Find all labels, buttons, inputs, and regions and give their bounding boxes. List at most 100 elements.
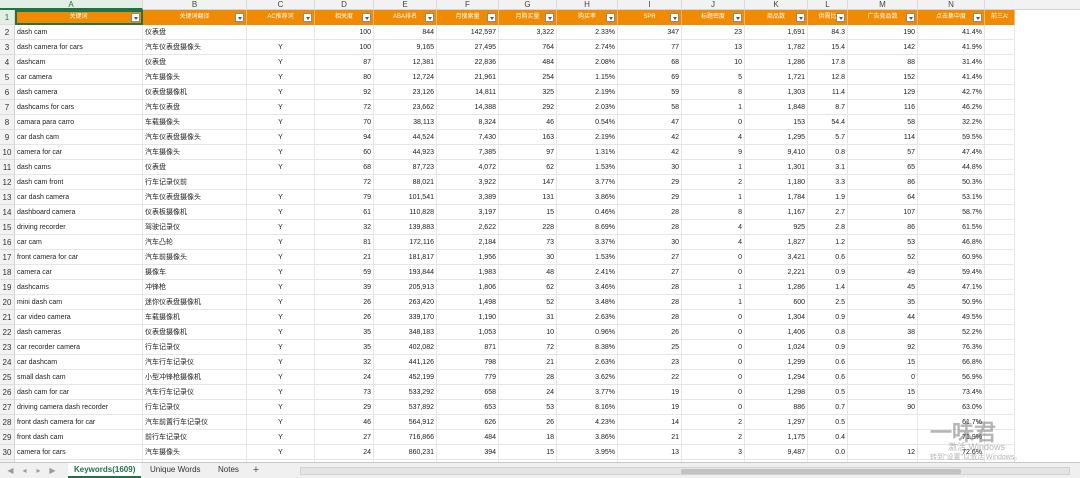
table-cell[interactable]: 2,221 (745, 265, 808, 280)
row-number[interactable]: 8 (0, 115, 15, 130)
table-cell[interactable]: 44.8% (918, 160, 985, 175)
table-cell[interactable]: 0.6 (808, 250, 848, 265)
table-cell[interactable]: 2.74% (557, 40, 618, 55)
table-cell[interactable]: 9,410 (745, 145, 808, 160)
table-cell[interactable]: mini dash cam (15, 295, 143, 310)
table-cell[interactable]: Y (247, 250, 315, 265)
table-cell[interactable]: 8,324 (437, 115, 499, 130)
table-cell[interactable]: 26 (618, 325, 682, 340)
table-cell[interactable]: 90 (848, 400, 918, 415)
table-cell[interactable]: 147 (499, 175, 557, 190)
table-cell[interactable]: 1,301 (745, 160, 808, 175)
table-cell[interactable]: 0.9 (808, 265, 848, 280)
table-cell[interactable]: 15 (499, 205, 557, 220)
table-cell[interactable]: 2.03% (557, 100, 618, 115)
table-cell[interactable]: 1,286 (745, 55, 808, 70)
table-cell[interactable]: 仪表盘摄像机 (143, 85, 247, 100)
table-cell[interactable]: car dash camera (15, 190, 143, 205)
filter-dropdown-icon[interactable] (670, 13, 679, 22)
table-cell-empty[interactable] (985, 325, 1015, 340)
table-cell[interactable]: 21 (315, 250, 374, 265)
table-cell[interactable]: Y (247, 70, 315, 85)
header-cell[interactable]: 点击集中度 (918, 10, 985, 25)
table-cell[interactable]: 0.6 (808, 355, 848, 370)
table-cell[interactable]: 12 (848, 445, 918, 460)
table-cell[interactable]: 30 (618, 160, 682, 175)
table-cell[interactable]: 19 (618, 400, 682, 415)
table-cell[interactable]: 58 (618, 100, 682, 115)
table-cell[interactable]: 3.77% (557, 175, 618, 190)
table-cell[interactable]: 5.7 (808, 130, 848, 145)
table-cell[interactable]: 小型冲锋枪摄像机 (143, 370, 247, 385)
column-letter-m[interactable]: M (848, 0, 918, 10)
table-cell[interactable]: Y (247, 310, 315, 325)
table-cell[interactable]: 402,082 (374, 340, 437, 355)
table-cell[interactable]: 1,298 (745, 385, 808, 400)
table-cell[interactable]: camera for cars (15, 445, 143, 460)
table-cell[interactable]: 3.48% (557, 295, 618, 310)
row-number[interactable]: 27 (0, 400, 15, 415)
table-cell[interactable]: 97 (499, 145, 557, 160)
table-cell[interactable]: 1,983 (437, 265, 499, 280)
table-cell[interactable]: dash cameras (15, 325, 143, 340)
table-cell[interactable]: 1,297 (745, 415, 808, 430)
row-number[interactable]: 12 (0, 175, 15, 190)
table-cell[interactable]: 871 (437, 340, 499, 355)
table-cell[interactable]: camera car (15, 265, 143, 280)
table-cell[interactable]: small dash cam (15, 370, 143, 385)
table-cell[interactable]: 0 (682, 370, 745, 385)
table-cell[interactable]: 0.96% (557, 325, 618, 340)
table-cell[interactable]: 86 (848, 220, 918, 235)
table-cell[interactable]: 27,495 (437, 40, 499, 55)
header-cell[interactable]: 标题密度 (682, 10, 745, 25)
table-cell[interactable]: 1.2 (808, 235, 848, 250)
table-cell[interactable]: dash cam front (15, 175, 143, 190)
table-cell[interactable]: 28 (499, 370, 557, 385)
table-cell[interactable]: 2 (682, 415, 745, 430)
table-cell[interactable]: 1 (682, 160, 745, 175)
header-cell[interactable]: 购买率 (557, 10, 618, 25)
table-cell[interactable]: 前行车记录仪 (143, 430, 247, 445)
table-cell[interactable]: 0.8 (808, 145, 848, 160)
table-cell[interactable]: 8.69% (557, 220, 618, 235)
row-number[interactable]: 2 (0, 25, 15, 40)
table-cell[interactable]: 1,691 (745, 25, 808, 40)
table-cell-empty[interactable] (985, 175, 1015, 190)
table-cell[interactable]: 24 (499, 385, 557, 400)
table-cell[interactable] (247, 25, 315, 40)
table-cell[interactable]: 2 (682, 175, 745, 190)
table-cell[interactable]: 56.9% (918, 370, 985, 385)
filter-dropdown-icon[interactable] (733, 13, 742, 22)
table-cell[interactable]: 18 (499, 430, 557, 445)
table-cell[interactable]: 汽车摄像头 (143, 70, 247, 85)
table-cell[interactable]: 45 (848, 280, 918, 295)
table-cell[interactable]: 61.7% (918, 415, 985, 430)
table-cell[interactable]: 8.38% (557, 340, 618, 355)
table-cell[interactable]: 1 (682, 190, 745, 205)
table-cell[interactable]: 0.8 (808, 325, 848, 340)
table-cell[interactable]: Y (247, 55, 315, 70)
column-letter-l[interactable]: L (808, 0, 848, 10)
row-number[interactable]: 5 (0, 70, 15, 85)
table-cell[interactable]: 摄像车 (143, 265, 247, 280)
row-number[interactable]: 23 (0, 340, 15, 355)
table-cell[interactable]: 26 (315, 310, 374, 325)
table-cell[interactable]: 24 (315, 445, 374, 460)
table-cell[interactable]: 0.54% (557, 115, 618, 130)
table-cell[interactable]: car video camera (15, 310, 143, 325)
table-cell[interactable]: 94 (315, 130, 374, 145)
table-cell[interactable]: 汽车前摄像头 (143, 250, 247, 265)
header-cell[interactable]: SPR (618, 10, 682, 25)
table-cell[interactable]: 行车记录仪 (143, 400, 247, 415)
table-cell[interactable]: 564,912 (374, 415, 437, 430)
table-cell[interactable]: 172,116 (374, 235, 437, 250)
table-cell[interactable]: 292 (499, 100, 557, 115)
table-cell[interactable]: 142 (848, 40, 918, 55)
table-cell[interactable]: 53 (499, 400, 557, 415)
table-cell[interactable]: 32.2% (918, 115, 985, 130)
table-cell[interactable]: 46.2% (918, 100, 985, 115)
table-cell[interactable]: 7,385 (437, 145, 499, 160)
filter-dropdown-icon[interactable] (303, 13, 312, 22)
column-letter-i[interactable]: I (618, 0, 682, 10)
table-cell[interactable]: 15 (499, 445, 557, 460)
